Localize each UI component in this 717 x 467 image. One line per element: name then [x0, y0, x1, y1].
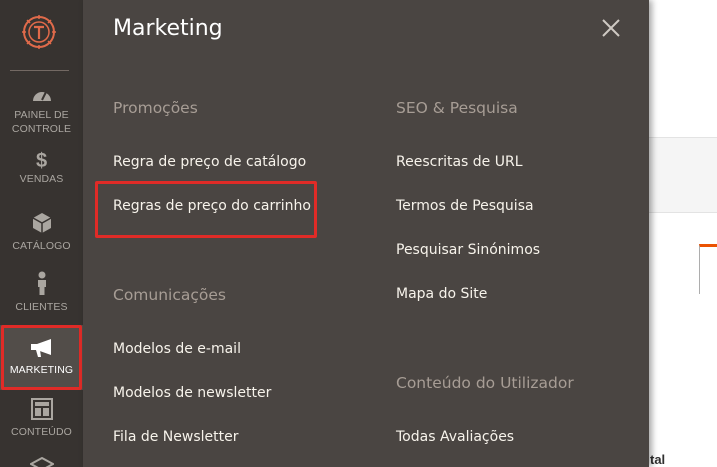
sidebar-item-dashboard[interactable]: Painel de Controle — [0, 85, 83, 137]
sidebar-item-label: Painel de Controle — [11, 109, 72, 135]
sidebar-item-marketing[interactable]: Marketing — [0, 325, 83, 390]
link-cart-price-rules[interactable]: Regras de preço do carrinho — [113, 198, 311, 214]
sidebar-item-stores[interactable] — [0, 457, 83, 467]
sidebar-item-label: Marketing — [9, 364, 74, 376]
person-icon — [0, 271, 83, 300]
page-header-strip — [649, 137, 717, 213]
section-title-communications: Comunicações — [113, 286, 226, 304]
page-accent-block — [699, 244, 717, 294]
sidebar-item-label: Catálogo — [12, 240, 71, 252]
section-title-seo-search: SEO & Pesquisa — [396, 99, 518, 117]
sidebar-item-catalog[interactable]: Catálogo — [0, 212, 83, 254]
box-icon — [0, 212, 83, 239]
link-all-reviews[interactable]: Todas Avaliações — [396, 429, 514, 445]
logo-divider — [10, 70, 69, 71]
sidebar-item-label: Conteúdo — [11, 426, 72, 438]
section-title-promotions: Promoções — [113, 99, 198, 117]
page-text-fragment: tal — [650, 452, 666, 467]
admin-sidebar: Painel de Controle $ Vendas Catálogo Cli… — [0, 0, 83, 467]
sidebar-item-label: Clientes — [15, 301, 68, 313]
marketing-flyout-menu: Marketing Promoções Regra de preço de ca… — [83, 0, 649, 467]
link-newsletter-queue[interactable]: Fila de Newsletter — [113, 429, 238, 445]
link-newsletter-templates[interactable]: Modelos de newsletter — [113, 385, 271, 401]
link-search-terms[interactable]: Termos de Pesquisa — [396, 198, 534, 214]
section-title-user-content: Conteúdo do Utilizador — [396, 374, 574, 392]
dollar-icon: $ — [35, 150, 48, 172]
magento-logo-icon[interactable] — [21, 14, 57, 50]
link-catalog-price-rule[interactable]: Regra de preço de catálogo — [113, 154, 306, 170]
sidebar-item-content[interactable]: Conteúdo — [0, 398, 83, 440]
dashboard-icon — [0, 85, 83, 108]
sidebar-item-label: Vendas — [19, 173, 64, 185]
stores-icon — [0, 457, 83, 467]
link-search-synonyms[interactable]: Pesquisar Sinónimos — [396, 242, 540, 258]
megaphone-icon — [0, 338, 83, 363]
flyout-title: Marketing — [113, 16, 223, 41]
link-url-rewrites[interactable]: Reescritas de URL — [396, 154, 523, 170]
sidebar-item-sales[interactable]: $ Vendas — [0, 150, 83, 192]
link-email-templates[interactable]: Modelos de e-mail — [113, 341, 241, 357]
sidebar-item-customers[interactable]: Clientes — [0, 271, 83, 313]
close-icon[interactable] — [599, 16, 623, 40]
link-site-map[interactable]: Mapa do Site — [396, 286, 487, 302]
layout-icon — [0, 398, 83, 425]
